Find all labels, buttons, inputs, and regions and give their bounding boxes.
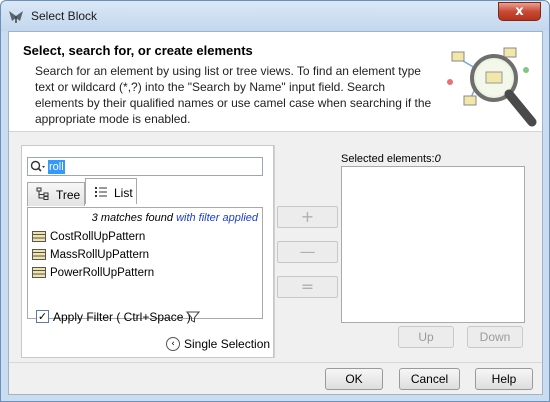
dialog-content: Select, search for, or create elements S… [8,31,543,395]
app-icon [9,11,23,23]
footer-divider [9,362,542,363]
apply-filter-label[interactable]: Apply Filter ( Ctrl+Space ) [53,310,191,324]
block-icon [32,231,46,242]
header-description: Search for an element by using list or t… [35,64,432,126]
tab-list-label: List [114,186,133,200]
list-item-label: MassRollUpPattern [50,249,150,261]
list-icon [95,187,107,197]
cancel-button[interactable]: Cancel [399,368,460,390]
filter-applied-link[interactable]: with filter applied [176,212,258,224]
filter-funnel-icon[interactable] [186,310,200,324]
tab-list[interactable]: List [85,178,137,204]
apply-filter-checkbox[interactable]: ✓ [36,310,49,323]
selected-elements-title: Selected elements: [341,153,435,165]
block-icon [32,249,46,260]
single-selection-label: Single Selection [184,337,271,351]
chevron-left-icon: ‹ [166,337,180,351]
results-list[interactable]: 3 matches found with filter applied Cost… [27,207,263,319]
match-count: 3 matches found with filter applied [92,212,258,224]
magnifier-illustration-icon [447,47,537,127]
match-count-text: 3 matches found [91,212,173,224]
dialog-header: Select, search for, or create elements S… [9,32,542,132]
search-input-value: roll [48,160,65,174]
close-button[interactable]: x [498,2,541,21]
panel-divider [274,145,275,358]
selected-elements-list[interactable] [341,166,525,323]
window-title: Select Block [31,9,98,23]
block-icon [32,267,46,278]
remove-button[interactable]: — [277,241,338,263]
title-bar[interactable]: Select Block x [1,1,549,31]
up-button[interactable]: Up [398,326,454,348]
ok-button[interactable]: OK [325,368,383,390]
tree-icon [36,187,49,200]
list-item-label: PowerRollUpPattern [50,267,155,279]
remove-all-button[interactable]: = [277,276,338,298]
add-button[interactable]: + [277,206,338,228]
dialog-window: Select Block x Select, search for, or cr… [0,0,550,402]
help-button[interactable]: Help [475,368,533,390]
header-title: Select, search for, or create elements [23,43,253,58]
tab-tree-label: Tree [56,188,81,202]
list-item-label: CostRollUpPattern [50,231,146,243]
tab-tree[interactable]: Tree [27,182,85,206]
down-button[interactable]: Down [467,326,523,348]
selected-elements-count: 0 [434,153,441,165]
search-icon[interactable] [30,160,46,174]
selected-elements-label: Selected elements:0 [341,153,441,165]
search-input[interactable]: roll [27,157,263,176]
